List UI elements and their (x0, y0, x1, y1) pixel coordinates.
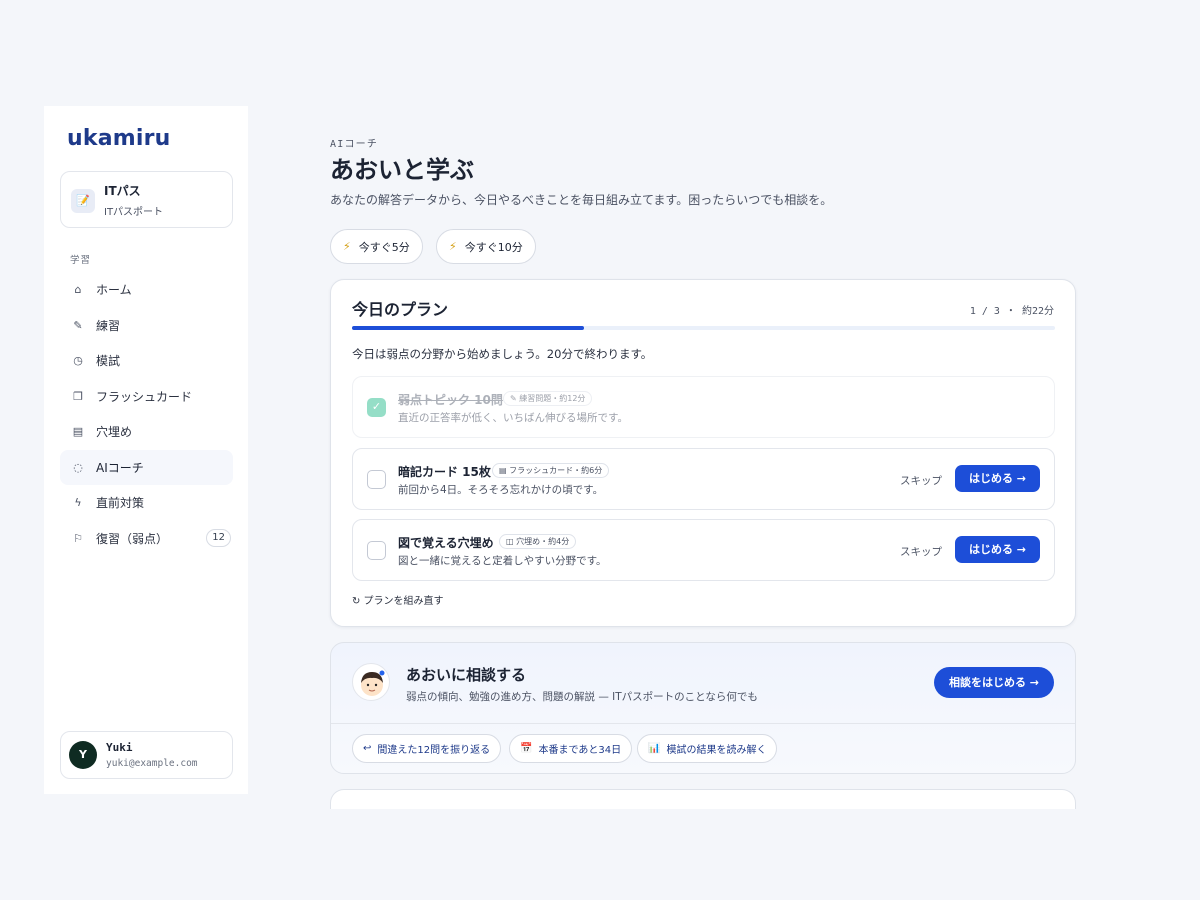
sidebar-item-label: フラッシュカード (96, 389, 193, 404)
app-logo[interactable]: ukamiru (67, 126, 171, 151)
course-selector[interactable]: 📝 ITパス ITパスポート (60, 171, 233, 228)
sidebar-item-label: 穴埋め (96, 425, 133, 440)
replan-button[interactable]: ↻ プランを組み直す (352, 592, 444, 607)
user-name: Yuki (106, 741, 133, 754)
return-icon: ↩ (363, 743, 372, 754)
task-description: 直近の正答率が低く、いちばん伸びる場所です。 (398, 412, 628, 424)
task-tag: ◫ 穴埋め・約4分 (499, 534, 577, 549)
flag-icon: ⚐ (73, 531, 83, 545)
nav-section-label: 学習 (70, 255, 92, 266)
task-tag: ✎ 練習問題・約12分 (503, 391, 593, 406)
sidebar-nav: ⌂ ホーム ✎ 練習 ◷ 模試 ❐ フラッシュカード ▤ 穴埋め ◌ AIコーチ… (60, 272, 233, 556)
task-checkbox[interactable]: ✓ (367, 398, 386, 417)
sidebar-item-label: 模試 (96, 354, 121, 369)
skip-button[interactable]: スキップ (900, 473, 942, 488)
lightning-icon: ϟ (74, 496, 82, 510)
check-icon: ✓ (371, 400, 382, 413)
user-profile[interactable]: Y Yuki yuki@example.com (60, 731, 233, 779)
task-checkbox[interactable] (367, 470, 386, 489)
quick-10min-button[interactable]: ⚡ 今すぐ10分 (436, 229, 536, 264)
chip-label: 模試の結果を読み解く (666, 745, 767, 756)
sidebar: ukamiru 📝 ITパス ITパスポート 学習 ⌂ ホーム ✎ 練習 ◷ 模… (44, 106, 248, 794)
document-icon: ▤ (72, 425, 84, 439)
plan-progress-fill (352, 326, 584, 330)
coach-title: あおいに相談する (406, 666, 527, 684)
sidebar-item-practice[interactable]: ✎ 練習 (60, 308, 233, 344)
coach-face-icon (361, 670, 385, 696)
course-subtitle: ITパスポート (104, 207, 164, 218)
sidebar-item-label: 復習（弱点） (96, 531, 169, 546)
coach-subtitle: 弱点の傾向、勉強の進め方、問題の解説 — ITパスポートのことなら何でも (406, 691, 758, 703)
chart-icon: 📊 (648, 743, 661, 754)
course-title: ITパス (104, 184, 141, 198)
sidebar-item-flashcards[interactable]: ❐ フラッシュカード (60, 379, 233, 415)
divider (331, 723, 1075, 724)
memo-icon: 📝 (71, 189, 95, 213)
coach-consult-card: あおいに相談する 弱点の傾向、勉強の進め方、問題の解説 — ITパスポートのこと… (330, 642, 1076, 774)
quick-button-label: 今すぐ5分 (358, 240, 410, 254)
count-badge: 12 (206, 528, 231, 547)
task-title: 図で覚える穴埋め (398, 536, 494, 550)
suggestion-chip-review[interactable]: ↩ 間違えた12問を振り返る (352, 734, 502, 763)
task-item: 図で覚える穴埋め ◫ 穴埋め・約4分 図と一緒に覚えると定着しやすい分野です。 … (352, 519, 1055, 581)
plan-intro: 今日は弱点の分野から始めましょう。20分で終わります。 (352, 347, 653, 361)
quick-5min-button[interactable]: ⚡ 今すぐ5分 (330, 229, 423, 264)
lightning-icon: ⚡ (449, 240, 457, 253)
page-description: あなたの解答データから、今日やるべきことを毎日組み立てます。困ったらいつでも相談… (330, 193, 833, 207)
task-tag: ▤ フラッシュカード・約6分 (492, 463, 610, 478)
plan-progress-meta: 1 / 3 ・ 約22分 (969, 306, 1054, 317)
plan-progress-bar (352, 326, 1055, 330)
today-plan-card: 今日のプラン 1 / 3 ・ 約22分 今日は弱点の分野から始めましょう。20分… (330, 279, 1076, 627)
plan-title: 今日のプラン (352, 300, 449, 319)
suggestion-chip-countdown[interactable]: 📅 本番まであと34日 (509, 734, 633, 763)
timer-icon: ◷ (73, 354, 83, 368)
sidebar-item-mock-exam[interactable]: ◷ 模試 (60, 343, 233, 379)
coach-avatar (352, 663, 390, 701)
task-item: ✓ 弱点トピック 10問 ✎ 練習問題・約12分 直近の正答率が低く、いちばん伸… (352, 376, 1055, 438)
skip-button[interactable]: スキップ (900, 544, 942, 559)
home-icon: ⌂ (74, 283, 82, 297)
chip-label: 間違えた12問を振り返る (377, 745, 491, 756)
task-item: 暗記カード 15枚 ▤ フラッシュカード・約6分 前回から4日。そろそろ忘れかけ… (352, 448, 1055, 510)
task-description: 図と一緒に覚えると定着しやすい分野です。 (398, 555, 607, 567)
sidebar-item-label: 直前対策 (96, 496, 145, 511)
cards-icon: ❐ (73, 389, 83, 403)
task-description: 前回から4日。そろそろ忘れかけの頃です。 (398, 484, 604, 496)
start-button[interactable]: はじめる → (955, 536, 1040, 563)
sidebar-item-label: ホーム (96, 283, 132, 298)
start-button[interactable]: はじめる → (955, 465, 1040, 492)
sidebar-item-label: AIコーチ (96, 460, 144, 475)
pencil-icon: ✎ (73, 318, 83, 332)
lightning-icon: ⚡ (343, 240, 351, 253)
sidebar-item-fill-in[interactable]: ▤ 穴埋め (60, 414, 233, 450)
quick-button-label: 今すぐ10分 (464, 240, 523, 254)
suggestion-chip-mock-results[interactable]: 📊 模試の結果を読み解く (637, 734, 778, 763)
task-checkbox[interactable] (367, 541, 386, 560)
page-eyebrow: AIコーチ (330, 139, 379, 150)
task-title: 弱点トピック 10問 (398, 393, 503, 407)
sidebar-item-ai-coach[interactable]: ◌ AIコーチ (60, 449, 233, 485)
sidebar-item-label: 練習 (96, 318, 121, 333)
sidebar-item-review-weak[interactable]: ⚐ 復習（弱点） 12 (60, 521, 233, 557)
next-card-peek (330, 789, 1076, 809)
page-title: あおいと学ぶ (330, 155, 474, 184)
start-consult-button[interactable]: 相談をはじめる → (934, 667, 1054, 698)
avatar: Y (69, 741, 97, 769)
chat-icon: ◌ (73, 460, 83, 474)
sidebar-item-home[interactable]: ⌂ ホーム (60, 272, 233, 308)
user-email: yuki@example.com (106, 758, 198, 769)
chip-label: 本番まであと34日 (538, 745, 622, 756)
calendar-icon: 📅 (520, 743, 533, 754)
task-title: 暗記カード 15枚 (398, 465, 491, 479)
sidebar-item-final-prep[interactable]: ϟ 直前対策 (60, 485, 233, 521)
